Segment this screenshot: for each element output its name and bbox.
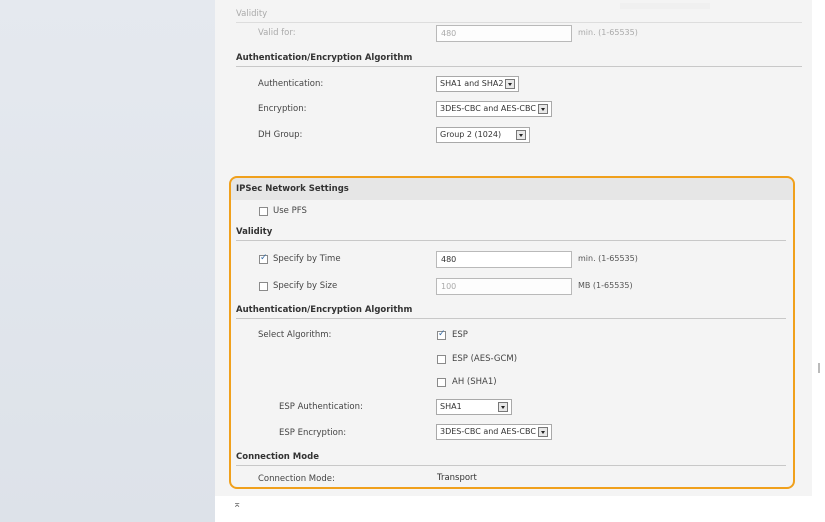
faded-header-strip (620, 3, 710, 9)
ipsec-section-title: IPSec Network Settings (236, 184, 349, 194)
esp-aes-gcm-checkbox[interactable] (437, 355, 446, 364)
dh-group-value: Group 2 (1024) (440, 130, 502, 139)
validity-header: Validity (236, 227, 273, 237)
esp-label: ESP (452, 330, 468, 340)
scroll-marker[interactable] (818, 363, 820, 373)
authentication-select[interactable]: SHA1 and SHA2 (436, 76, 520, 92)
size-unit: MB (1-65535) (578, 281, 633, 290)
valid-for-label: Valid for: (258, 28, 296, 38)
right-margin (812, 0, 825, 522)
ah-sha1-label: AH (SHA1) (452, 377, 497, 387)
specify-by-size-checkbox[interactable] (259, 282, 268, 291)
left-sidebar (0, 0, 215, 522)
esp-encryption-select[interactable]: 3DES-CBC and AES-CBC (436, 424, 552, 440)
size-input[interactable]: 100 (436, 278, 572, 295)
validity-header-upper: Validity (236, 9, 268, 19)
auth-enc-header: Authentication/Encryption Algorithm (236, 305, 413, 315)
encryption-select[interactable]: 3DES-CBC and AES-CBC (436, 101, 552, 117)
auth-enc-header-upper: Authentication/Encryption Algorithm (236, 53, 413, 63)
esp-encryption-label: ESP Encryption: (279, 428, 347, 438)
authentication-label: Authentication: (258, 79, 324, 89)
authentication-value: SHA1 and SHA2 (440, 79, 504, 88)
chevron-down-icon[interactable] (516, 130, 526, 140)
connection-mode-label: Connection Mode: (258, 474, 335, 484)
dh-group-select[interactable]: Group 2 (1024) (436, 127, 530, 143)
esp-authentication-value: SHA1 (440, 402, 462, 411)
use-pfs-label: Use PFS (273, 206, 307, 216)
valid-for-unit: min. (1-65535) (578, 28, 638, 37)
divider (236, 465, 786, 466)
esp-authentication-select[interactable]: SHA1 (436, 399, 512, 415)
use-pfs-checkbox[interactable] (259, 207, 268, 216)
chevron-down-icon[interactable] (537, 427, 548, 437)
connection-mode-header: Connection Mode (236, 452, 319, 462)
divider (236, 318, 786, 319)
time-unit: min. (1-65535) (578, 254, 638, 263)
esp-checkbox[interactable] (437, 329, 446, 340)
specify-by-size-label: Specify by Size (273, 281, 338, 291)
select-algorithm-label: Select Algorithm: (258, 330, 332, 340)
esp-authentication-label: ESP Authentication: (279, 402, 363, 412)
footer-area (215, 496, 812, 522)
time-input[interactable]: 480 (436, 251, 572, 268)
encryption-value: 3DES-CBC and AES-CBC (440, 104, 536, 113)
footer-icon: ⌅ (233, 499, 242, 510)
esp-aes-gcm-label: ESP (AES-GCM) (452, 354, 518, 364)
chevron-down-icon[interactable] (537, 104, 548, 114)
specify-by-time-checkbox[interactable] (259, 253, 268, 264)
divider (236, 66, 802, 67)
ah-sha1-checkbox[interactable] (437, 378, 446, 387)
encryption-label: Encryption: (258, 104, 307, 114)
divider (236, 240, 786, 241)
chevron-down-icon[interactable] (498, 402, 508, 412)
chevron-down-icon[interactable] (505, 79, 516, 89)
esp-encryption-value: 3DES-CBC and AES-CBC (440, 427, 536, 436)
valid-for-input[interactable]: 480 (436, 25, 572, 42)
specify-by-time-label: Specify by Time (273, 254, 341, 264)
dh-group-label: DH Group: (258, 130, 303, 140)
connection-mode-value: Transport (437, 473, 477, 483)
divider (236, 22, 802, 23)
